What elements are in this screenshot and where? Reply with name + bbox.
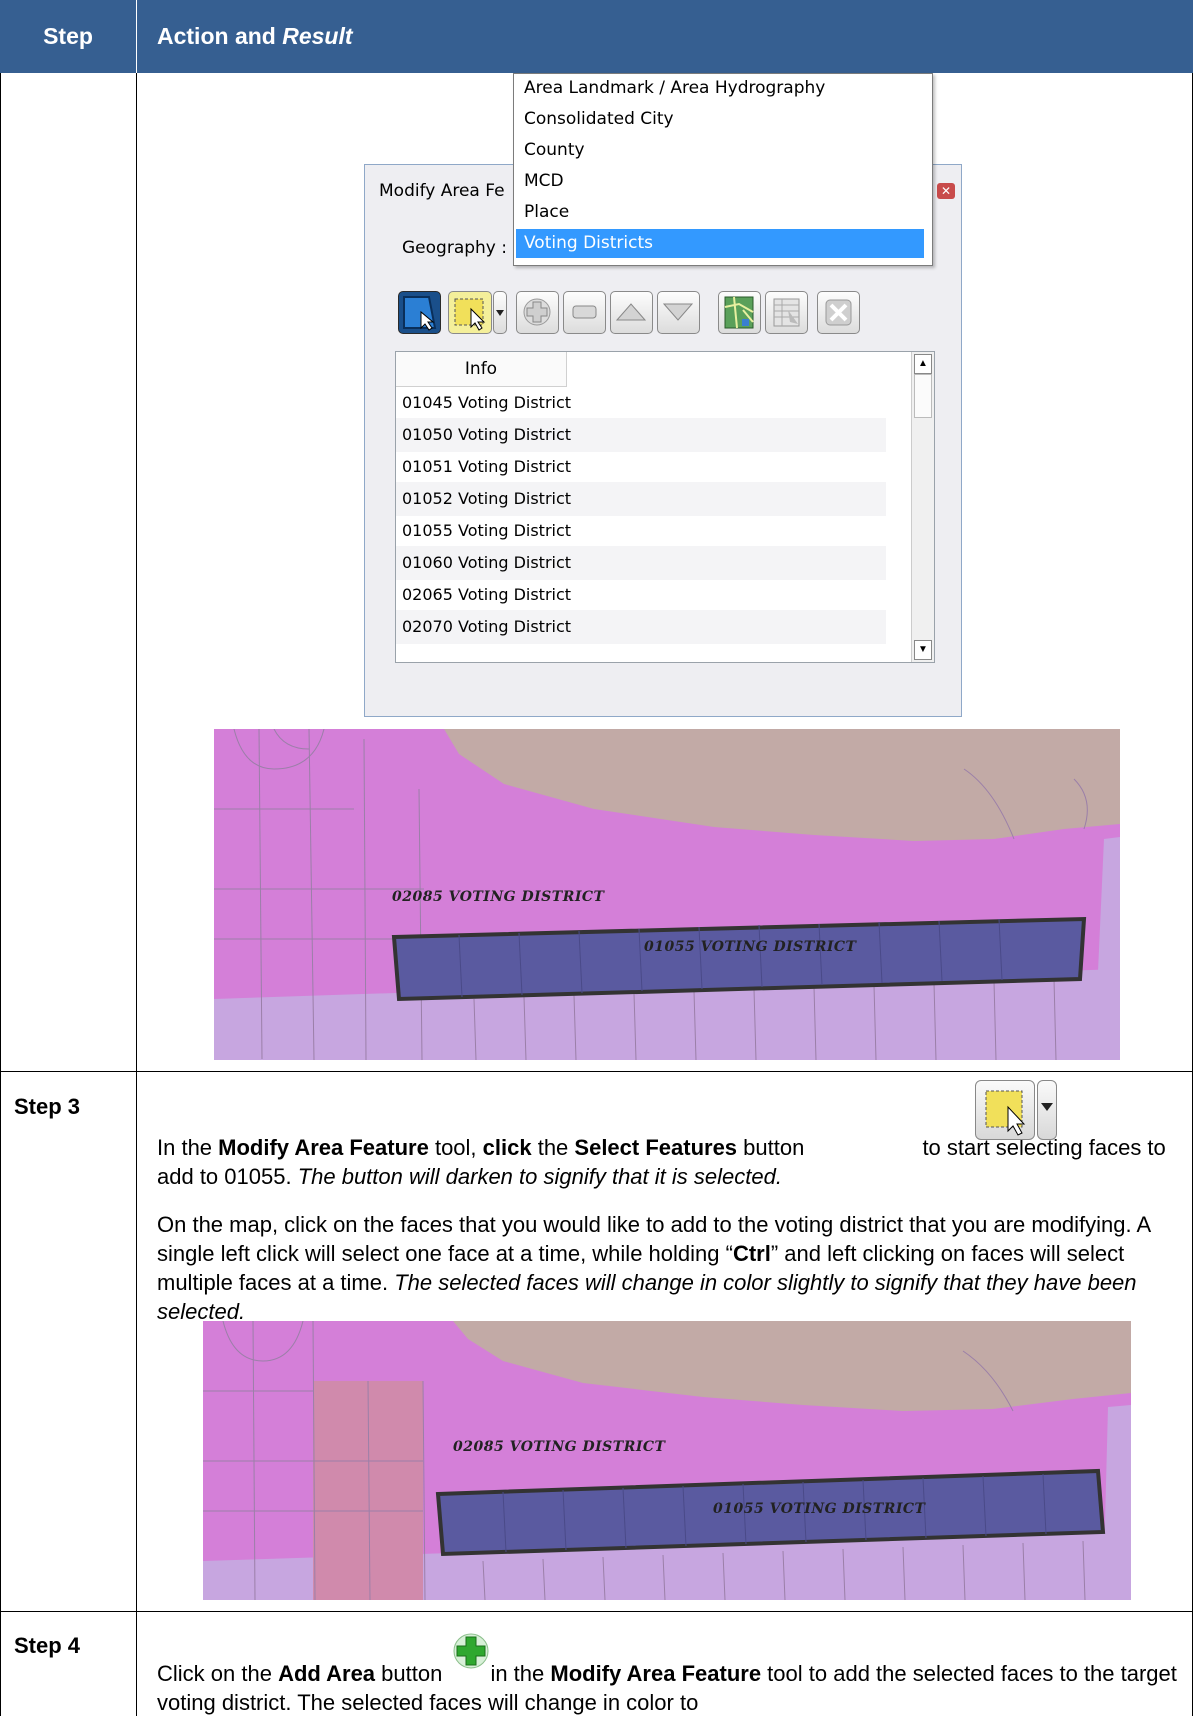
select-features-inline-icon	[804, 1139, 916, 1159]
map-label-02085: 02085 VOTING DISTRICT	[392, 889, 605, 905]
step4-label: Step 4	[14, 1633, 81, 1658]
remove-area-button[interactable]	[563, 291, 606, 334]
scroll-thumb[interactable]	[914, 374, 932, 418]
header-action-label: Action and	[157, 23, 283, 49]
feature-list: Info 01045 Voting District 01050 Voting …	[395, 351, 935, 663]
step3-paragraph-1: In the Modify Area Feature tool, click t…	[157, 1133, 1177, 1191]
map-view-button[interactable]	[718, 291, 761, 334]
text: the	[531, 1135, 575, 1160]
text-bold: click	[482, 1135, 532, 1160]
polygon-cursor-icon	[403, 296, 437, 331]
map-label-01055: 01055 VOTING DISTRICT	[644, 939, 857, 955]
header-step-cell: Step	[0, 0, 136, 73]
text-italic: The button will darken to signify that i…	[297, 1164, 782, 1189]
select-features-icon	[975, 1080, 1059, 1140]
select-features-button[interactable]	[448, 291, 492, 334]
column-divider	[136, 73, 137, 1716]
dropdown-option[interactable]: MCD	[524, 167, 564, 196]
dropdown-option[interactable]: Consolidated City	[524, 105, 674, 134]
text: in the	[484, 1661, 551, 1686]
move-up-button[interactable]	[610, 291, 653, 334]
header-step-label: Step	[43, 23, 93, 49]
chevron-down-icon	[496, 310, 504, 316]
map-graphic	[214, 729, 1120, 1060]
left-border	[0, 73, 1, 1716]
step3-paragraph-2: On the map, click on the faces that you …	[157, 1210, 1177, 1326]
text: tool,	[428, 1135, 483, 1160]
text: button	[375, 1661, 443, 1686]
cancel-edits-button[interactable]	[817, 291, 860, 334]
step4-paragraph-1: Click on the Add Area button in the Modi…	[157, 1659, 1177, 1717]
move-down-button[interactable]	[657, 291, 700, 334]
list-item[interactable]: 01051 Voting District	[396, 450, 886, 484]
dropdown-option-selected[interactable]: Voting Districts	[516, 229, 924, 258]
table-icon	[773, 298, 800, 327]
plus-icon	[523, 298, 551, 326]
dropdown-option[interactable]: County	[524, 136, 585, 165]
add-area-button[interactable]	[516, 291, 559, 334]
list-item[interactable]: 01052 Voting District	[396, 482, 886, 516]
row-divider-step4	[0, 1611, 1193, 1612]
scroll-down-icon[interactable]: ▼	[914, 640, 932, 660]
list-item[interactable]: 01050 Voting District	[396, 418, 886, 452]
text-bold: Modify Area Feature	[550, 1661, 762, 1686]
dropdown-option[interactable]: Place	[524, 198, 569, 227]
geography-label: Geography :	[402, 238, 507, 258]
list-scrollbar[interactable]: ▲ ▼	[911, 352, 934, 662]
step3-label: Step 3	[14, 1094, 81, 1119]
text: button	[737, 1135, 805, 1160]
list-item[interactable]: 01060 Voting District	[396, 546, 886, 580]
list-item[interactable]: 01045 Voting District	[396, 386, 886, 420]
select-features-icon	[454, 298, 486, 331]
list-item[interactable]: 02065 Voting District	[396, 578, 886, 612]
select-features-dropdown[interactable]	[493, 291, 507, 334]
header-action-cell: Action and Result	[137, 0, 1193, 73]
minus-icon	[572, 305, 597, 319]
map-icon	[724, 296, 754, 329]
close-icon[interactable]: ✕	[937, 183, 955, 199]
row-divider-step3	[0, 1071, 1193, 1072]
header-result-label: Result	[282, 23, 353, 49]
text-bold: Modify Area Feature	[218, 1135, 429, 1160]
triangle-down-icon	[662, 303, 694, 321]
map-after-selection: 02085 VOTING DISTRICT 01055 VOTING DISTR…	[203, 1321, 1131, 1600]
attribute-table-button[interactable]	[765, 291, 808, 334]
map-graphic	[203, 1321, 1131, 1600]
map-label-02085: 02085 VOTING DISTRICT	[453, 1439, 666, 1455]
text: In the	[157, 1135, 219, 1160]
map-label-01055: 01055 VOTING DISTRICT	[713, 1501, 926, 1517]
dialog-title: Modify Area Fe	[379, 181, 505, 201]
list-item[interactable]: 02070 Voting District	[396, 610, 886, 644]
dropdown-option[interactable]: Area Landmark / Area Hydrography	[524, 74, 825, 103]
text-bold: Select Features	[574, 1135, 738, 1160]
plus-icon	[451, 1631, 491, 1671]
scroll-up-icon[interactable]: ▲	[914, 354, 932, 374]
map-before-selection: 02085 VOTING DISTRICT 01055 VOTING DISTR…	[214, 729, 1120, 1060]
info-column-header[interactable]: Info	[396, 352, 567, 387]
triangle-up-icon	[615, 303, 647, 321]
list-item[interactable]: 01055 Voting District	[396, 514, 886, 548]
instruction-table: Step Action and Result Modify Area Fe ✕ …	[0, 0, 1193, 1716]
modify-tool-button[interactable]	[398, 291, 441, 334]
text-bold: Add Area	[278, 1661, 376, 1686]
text-bold: Ctrl	[732, 1241, 771, 1266]
text: Click on the	[157, 1661, 279, 1686]
geography-dropdown[interactable]: Area Landmark / Area Hydrography Consoli…	[513, 73, 933, 266]
close-icon	[825, 299, 852, 326]
